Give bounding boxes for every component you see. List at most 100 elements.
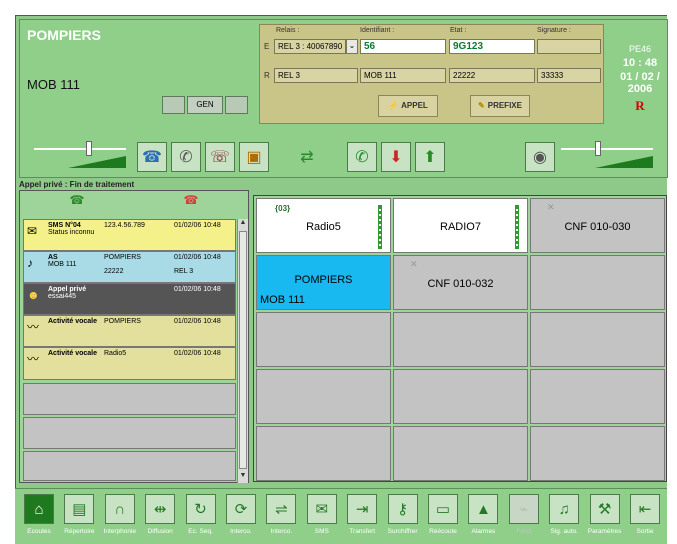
channel-cell[interactable] [393, 369, 528, 424]
clock-date: 01 / 02 / 2006 [620, 71, 660, 95]
row-e-prefix: E [264, 42, 270, 51]
relais-select[interactable]: REL 3 : 40067890 [274, 39, 346, 54]
cycle-icon: ↻ [185, 494, 216, 524]
toolbar-button[interactable]: ♫ Sig. auto. [545, 494, 583, 541]
slider-thumb[interactable] [595, 141, 601, 156]
appel-button[interactable]: ⚡ APPEL [378, 95, 438, 117]
chevron-down-icon[interactable]: ⌄ [346, 39, 358, 54]
hangup-button[interactable]: ☏ [205, 142, 235, 172]
row-address: 123.4.56.789 [104, 222, 145, 229]
broadcast-icon: ⇹ [145, 494, 176, 524]
list-item[interactable] [23, 383, 236, 415]
channel-cell[interactable]: RADIO7 [393, 198, 528, 253]
toolbar-button[interactable]: ↻ Ec. Seq. [182, 494, 220, 541]
row-caller: POMPIERS [104, 318, 141, 325]
channel-cell[interactable] [256, 312, 391, 367]
channel-name: POMPIERS [294, 274, 353, 286]
call-up-button[interactable]: ⬆ [415, 142, 445, 172]
scroll-thumb[interactable] [239, 231, 247, 469]
row-caller: Radio5 [104, 350, 127, 357]
refresh-icon: ⟳ [226, 494, 256, 524]
channel-cell[interactable] [256, 369, 391, 424]
swap-arrows-icon: ⇄ [300, 149, 314, 166]
toolbar-label: Ecoutes [27, 528, 51, 535]
channel-cell[interactable] [530, 255, 665, 310]
list-item[interactable] [23, 451, 236, 481]
toolbar-button[interactable]: ⚒ Paramètres [586, 494, 624, 541]
toolbar-button[interactable]: ⌁ Forçt [505, 494, 543, 541]
signature-input-e[interactable] [537, 39, 601, 54]
swap-button[interactable]: ⇄ [292, 142, 322, 172]
toolbar-label: Interco. [270, 528, 293, 535]
toolbar-button[interactable]: ⚷ Surchiffrer [384, 494, 422, 541]
toolbar-button[interactable]: ▤ Répertoire [60, 494, 98, 541]
slider-thumb[interactable] [86, 141, 92, 156]
operator-headset-button[interactable]: ☎ [137, 142, 167, 172]
radio-button[interactable]: ▣ [239, 142, 269, 172]
scroll-up-icon[interactable]: ▲ [238, 219, 248, 230]
row-title: Appel privé [48, 286, 87, 293]
etat-input[interactable]: 9G123 [449, 39, 535, 54]
right-volume-slider[interactable] [561, 138, 653, 168]
list-item[interactable]: ☻ Appel privé essai445 01/02/06 10:48 [23, 283, 236, 315]
signature-display: 33333 [537, 68, 601, 83]
channel-cell[interactable] [393, 426, 528, 481]
signature-header: Signature : [537, 27, 571, 34]
channel-cell[interactable]: ✕ CNF 010-030 [530, 198, 665, 253]
lightning-icon: ⚡ [388, 101, 399, 110]
scroll-down-icon[interactable]: ▼ [238, 472, 248, 483]
toolbar-button[interactable]: ⇥ Transfert [343, 494, 381, 541]
toolbar-button[interactable]: ⇤ Sortie [626, 494, 664, 541]
music-note-icon: ♫ [549, 494, 580, 524]
channel-cell[interactable] [530, 426, 665, 481]
toolbar-button[interactable]: ⟳ Interco. [222, 494, 260, 541]
prefix-icon: ✎ [478, 101, 485, 110]
list-item[interactable]: ✉ SMS N°04 Status inconnu 123.4.56.789 01… [23, 219, 236, 251]
tape-icon: ▭ [428, 494, 458, 524]
toolbar-button[interactable]: ⇹ Diffusion [141, 494, 179, 541]
toolbar-label: Forçt [516, 528, 532, 535]
private-call-icon: ☻ [27, 288, 40, 302]
channel-cell[interactable] [530, 312, 665, 367]
handset-off-button[interactable]: ✆ [171, 142, 201, 172]
channel-cell[interactable]: POMPIERS MOB 111 [256, 255, 391, 310]
list-item[interactable]: 〰 Activité vocale POMPIERS 01/02/06 10:4… [23, 315, 236, 347]
channel-name: Radio5 [306, 221, 341, 233]
relais-display: REL 3 [274, 68, 358, 83]
channel-cell[interactable] [530, 369, 665, 424]
call-down-button[interactable]: ⬇ [381, 142, 411, 172]
post-id: PE46 [628, 44, 652, 54]
toolbar-button[interactable]: ⌂ Ecoutes [20, 494, 58, 541]
gen-label[interactable]: GEN [187, 96, 223, 114]
channel-cell[interactable] [256, 426, 391, 481]
channel-cell[interactable]: {03} Radio5 [256, 198, 391, 253]
toolbar-button[interactable]: ∩ Interphonie [101, 494, 139, 541]
channel-cell[interactable]: ✕ CNF 010-032 [393, 255, 528, 310]
list-item[interactable]: ♪ AS MOB 111 POMPIERS 22222 01/02/06 10:48… [23, 251, 236, 283]
pickup-button[interactable]: ✆ [347, 142, 377, 172]
headset-icon: ∩ [104, 494, 135, 524]
left-volume-slider[interactable] [34, 138, 126, 168]
toolbar-button[interactable]: ▭ Réécoute [424, 494, 462, 541]
force-icon: ⌁ [508, 494, 539, 524]
speaker-button[interactable]: ◉ [525, 142, 555, 172]
identifiant-input[interactable]: 56 [360, 39, 446, 54]
list-scrollbar[interactable]: ▲ ▼ [237, 219, 248, 483]
row-relay: REL 3 [174, 268, 194, 275]
call-status-line: Appel privé : Fin de traitement [19, 180, 135, 189]
tools-icon: ⚒ [589, 494, 620, 524]
volume-level-wedge [68, 156, 126, 168]
channel-cell[interactable] [393, 312, 528, 367]
toolbar-button[interactable]: ⇌ Interco. [262, 494, 300, 541]
toolbar-label: Transfert [349, 528, 376, 535]
slider-track [561, 148, 653, 150]
appel-label: APPEL [401, 101, 428, 110]
list-item[interactable]: 〰 Activité vocale Radio5 01/02/06 10:48 [23, 347, 236, 380]
warning-icon: ▲ [468, 494, 499, 524]
toolbar-button[interactable]: ✉ SMS [303, 494, 341, 541]
row-time: 01/02/06 10:48 [174, 350, 221, 357]
channel-tag: {03} [275, 204, 291, 213]
prefixe-button[interactable]: ✎ PREFIXE [470, 95, 530, 117]
list-item[interactable] [23, 417, 236, 449]
toolbar-button[interactable]: ▲ Alarmes [464, 494, 502, 541]
